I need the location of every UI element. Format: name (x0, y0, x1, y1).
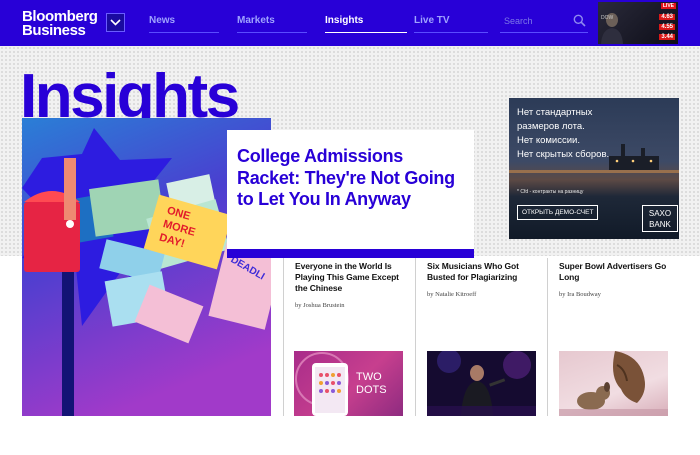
bloomberg-business-logo[interactable]: Bloomberg Business (22, 9, 98, 39)
nav-live-tv-underline (414, 32, 488, 33)
logo-line-2: Business (22, 22, 86, 39)
nav-live-tv[interactable]: Live TV (414, 15, 450, 26)
ticker-value: 3.44 (659, 34, 675, 40)
ad-text-line-1: Нет стандартных (517, 107, 593, 118)
search-icon[interactable] (573, 14, 586, 27)
nav-markets-underline (237, 32, 307, 33)
chevron-down-icon (110, 19, 121, 26)
two-dots-game-thumbnail: TWO DOTS (295, 352, 387, 416)
story-byline[interactable]: by Joshua Brustein (295, 302, 344, 309)
ticker-label: DOW (601, 15, 614, 21)
live-badge: LIVE (660, 3, 676, 9)
saxo-logo-line-1: SAXO (648, 209, 672, 218)
horse-and-puppy-photo (559, 351, 668, 416)
ad-disclaimer: * Cfd - контракты на разницу (517, 189, 584, 195)
ad-text-line-4: Нет скрытых сборов. (517, 149, 610, 160)
column-divider (415, 258, 416, 416)
ticker-value: 4.55 (659, 24, 675, 30)
story-thumbnail[interactable] (427, 351, 536, 416)
feature-accent-bar (227, 249, 474, 258)
ticker-row: DOW 4.63 (601, 14, 675, 22)
story-headline[interactable]: Six Musicians Who Got Busted for Plagiar… (427, 261, 539, 283)
story-byline[interactable]: by Natalie Kitroeff (427, 291, 476, 298)
column-divider (283, 258, 284, 416)
story-headline[interactable]: Everyone in the World Is Playing This Ga… (295, 261, 407, 294)
ad-text-line-2: размеров лота. (517, 121, 585, 132)
search-underline (500, 32, 588, 33)
feature-story-headline[interactable]: College Admissions Racket: They're Not G… (237, 146, 469, 211)
saxo-bank-logo: SAXO BANK (642, 205, 678, 232)
search-input[interactable]: Search (504, 16, 533, 26)
live-tv-thumbnail[interactable]: LIVE DOW 4.63 4.55 3.44 (598, 2, 678, 44)
saxo-logo-line-2: BANK (649, 220, 671, 229)
story-headline[interactable]: Super Bowl Advertisers Go Long (559, 261, 671, 283)
nav-insights[interactable]: Insights (325, 15, 363, 26)
story-thumbnail[interactable]: TWO DOTS (294, 351, 403, 416)
nav-news[interactable]: News (149, 15, 175, 26)
column-divider (547, 258, 548, 416)
saxo-bank-advertisement[interactable]: Нет стандартных размеров лота. Нет комис… (509, 98, 679, 239)
ad-text-line-3: Нет комиссии. (517, 135, 580, 146)
thumb-text-line-1: TWO (356, 371, 382, 383)
story-byline[interactable]: by Ira Boudway (559, 291, 601, 298)
ticker-value: 4.63 (659, 14, 675, 20)
ticker-row: 3.44 (601, 34, 675, 42)
nav-insights-underline (325, 32, 407, 33)
story-thumbnail[interactable] (559, 351, 668, 416)
ticker-row: 4.55 (601, 24, 675, 32)
musician-concert-photo (427, 351, 536, 416)
nav-news-underline (149, 32, 219, 33)
thumb-text-line-2: DOTS (356, 384, 387, 396)
menu-dropdown-button[interactable] (106, 13, 125, 32)
nav-markets[interactable]: Markets (237, 15, 275, 26)
open-demo-account-button[interactable]: ОТКРЫТЬ ДЕМО-СЧЕТ (517, 205, 599, 220)
